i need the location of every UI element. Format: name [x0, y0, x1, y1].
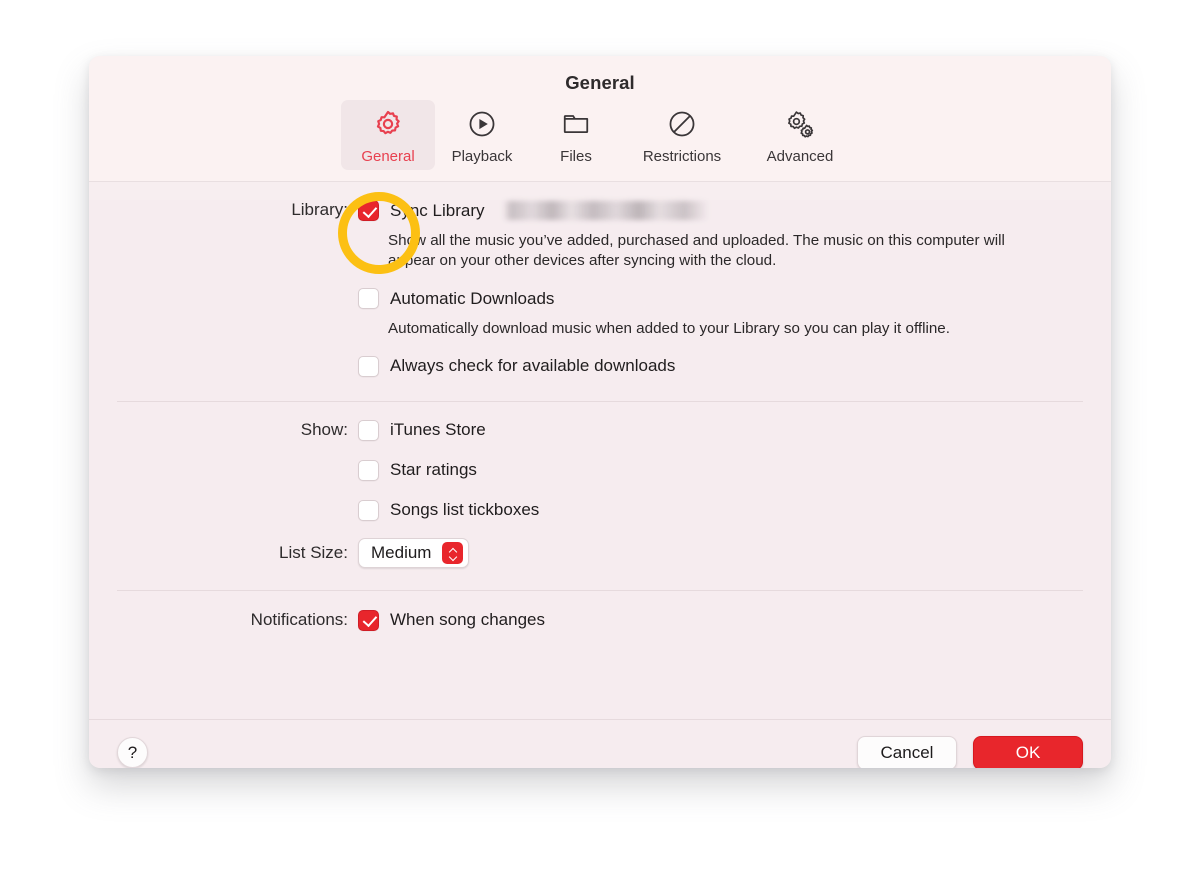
chevron-up-icon [449, 547, 457, 552]
list-size-row: List Size: Medium [89, 537, 1111, 568]
folder-icon [561, 107, 591, 141]
no-entry-icon [667, 107, 697, 141]
star-ratings-row[interactable]: Star ratings [358, 459, 1111, 481]
tab-advanced[interactable]: Advanced [741, 100, 859, 170]
tab-playback[interactable]: Playback [435, 100, 529, 170]
tab-general-label: General [361, 148, 415, 165]
screenshot-canvas: General General Playback Files Restricti… [0, 0, 1200, 885]
ok-button[interactable]: OK [973, 735, 1083, 768]
gear-icon [373, 107, 403, 141]
show-row: Show: iTunes Store Star ratings Songs li… [89, 419, 1111, 521]
tab-files-label: Files [560, 148, 592, 165]
divider-library-show [117, 400, 1083, 402]
star-ratings-label: Star ratings [390, 460, 477, 480]
double-gear-icon [784, 107, 816, 141]
help-button[interactable]: ? [117, 737, 148, 768]
automatic-downloads-checkbox[interactable] [358, 288, 379, 310]
play-circle-icon [467, 107, 497, 141]
when-song-changes-checkbox[interactable] [358, 609, 379, 631]
sync-library-label: Sync Library [390, 200, 485, 220]
always-check-downloads-label: Always check for available downloads [390, 356, 676, 376]
list-size-label: List Size: [279, 542, 348, 562]
tab-files[interactable]: Files [529, 100, 623, 170]
tab-restrictions[interactable]: Restrictions [623, 100, 741, 170]
preferences-toolbar: General Playback Files Restrictions Adva… [89, 100, 1111, 170]
chevron-down-icon [449, 554, 457, 559]
automatic-downloads-label: Automatic Downloads [390, 288, 555, 308]
itunes-store-checkbox[interactable] [358, 419, 379, 441]
sync-library-row[interactable]: Sync Library [358, 200, 1111, 221]
notifications-controls: When song changes [358, 609, 1111, 631]
notifications-label: Notifications: [250, 610, 348, 630]
itunes-store-row[interactable]: iTunes Store [358, 419, 1111, 441]
star-ratings-checkbox[interactable] [358, 459, 379, 481]
tab-general[interactable]: General [341, 100, 435, 170]
chevron-updown-icon[interactable] [442, 541, 464, 564]
library-label: Library: [291, 200, 348, 219]
window-titlebar: General General Playback Files Restricti… [89, 56, 1111, 182]
tab-playback-label: Playback [451, 148, 513, 165]
account-email-redacted [503, 201, 710, 220]
tab-restrictions-label: Restrictions [642, 148, 722, 165]
always-check-downloads-row[interactable]: Always check for available downloads [358, 355, 1111, 377]
preferences-window: General General Playback Files Restricti… [89, 56, 1111, 768]
songs-list-tickboxes-row[interactable]: Songs list tickboxes [358, 499, 1111, 521]
show-controls: iTunes Store Star ratings Songs list tic… [358, 419, 1111, 521]
library-row: Library: Sync Library Show all the music… [89, 200, 1111, 377]
window-title: General [565, 72, 635, 93]
window-footer: ? Cancel OK [89, 719, 1111, 768]
sync-library-description: Show all the music you’ve added, purchas… [388, 232, 1005, 270]
divider-show-notifications [117, 589, 1083, 591]
when-song-changes-label: When song changes [390, 610, 545, 630]
tab-advanced-label: Advanced [766, 148, 834, 165]
list-size-popup-button[interactable]: Medium [358, 537, 470, 568]
preferences-body: Library: Sync Library Show all the music… [89, 200, 1111, 719]
library-controls: Sync Library Show all the music you’ve a… [358, 200, 1111, 377]
notifications-row: Notifications: When song changes [89, 609, 1111, 631]
itunes-store-label: iTunes Store [390, 420, 486, 440]
show-label: Show: [300, 419, 348, 439]
automatic-downloads-description: Automatically download music when added … [388, 320, 950, 338]
list-size-value: Medium [371, 542, 432, 562]
cancel-button-label: Cancel [880, 742, 934, 762]
cancel-button[interactable]: Cancel [857, 735, 957, 768]
ok-button-label: OK [1015, 742, 1041, 762]
sync-library-checkbox[interactable] [358, 200, 379, 221]
always-check-downloads-checkbox[interactable] [358, 355, 379, 377]
automatic-downloads-row[interactable]: Automatic Downloads [358, 288, 1111, 310]
help-button-label: ? [127, 742, 138, 762]
songs-list-tickboxes-checkbox[interactable] [358, 499, 379, 521]
list-size-controls: Medium [358, 537, 1111, 568]
songs-list-tickboxes-label: Songs list tickboxes [390, 500, 540, 520]
when-song-changes-row[interactable]: When song changes [358, 609, 1111, 631]
